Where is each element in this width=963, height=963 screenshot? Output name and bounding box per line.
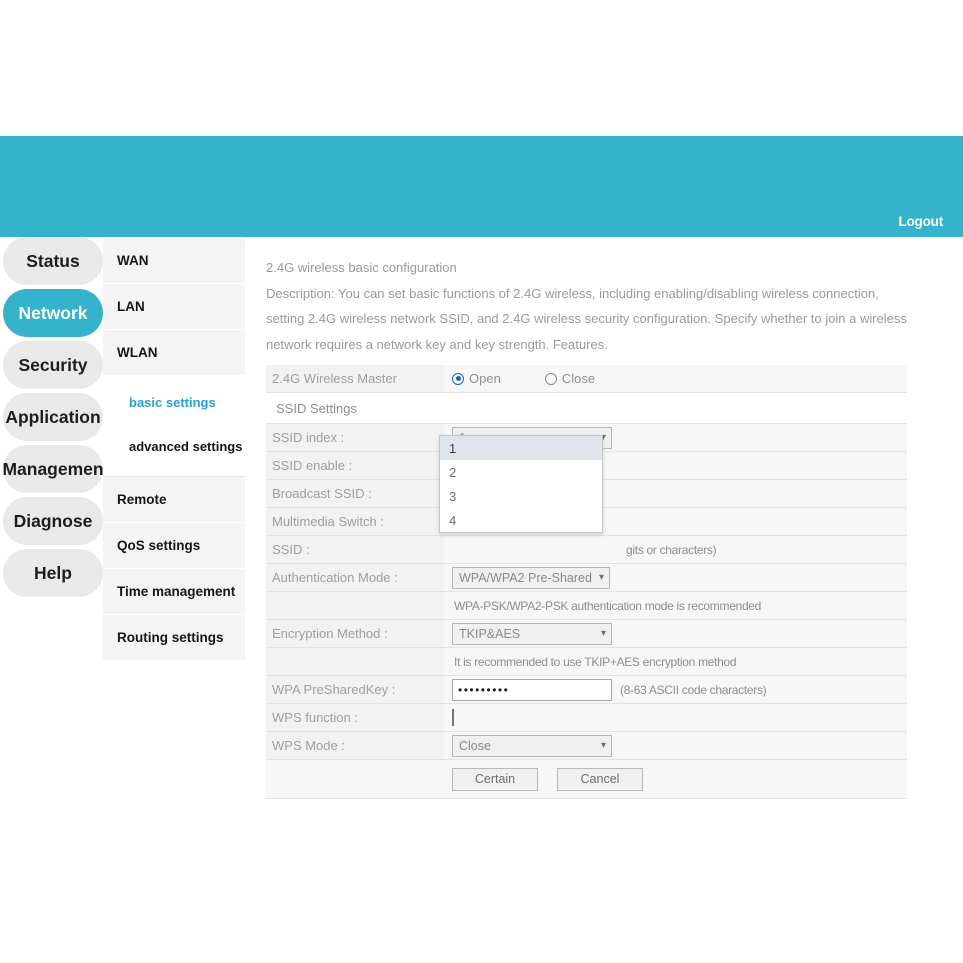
radio-option-close[interactable]: Close bbox=[544, 371, 596, 386]
value-wps-mode: Close ▾ bbox=[444, 731, 907, 760]
table-row-wireless-master: 2.4G Wireless Master Open Close bbox=[266, 365, 907, 393]
table-row-encryption: Encryption Method : TKIP&AES ▾ bbox=[266, 619, 907, 648]
encryption-hint: It is recommended to use TKIP+AES encryp… bbox=[444, 647, 907, 676]
certain-button[interactable]: Certain bbox=[452, 767, 538, 791]
label-encryption: Encryption Method : bbox=[266, 619, 444, 648]
sidebar-item-remote[interactable]: Remote bbox=[103, 477, 245, 523]
label-ssid-enable: SSID enable : bbox=[266, 451, 444, 480]
table-row-psk: WPA PreSharedKey : ••••••••• (8-63 ASCII… bbox=[266, 675, 907, 704]
encryption-select[interactable]: TKIP&AES ▾ bbox=[452, 622, 612, 645]
chevron-down-icon: ▾ bbox=[600, 628, 606, 639]
chevron-down-icon: ▾ bbox=[600, 740, 606, 751]
table-row-actions: Certain Cancel bbox=[266, 759, 907, 799]
value-ssid: gits or characters) bbox=[444, 535, 907, 564]
ssid-index-dropdown-list[interactable]: 1 2 3 4 bbox=[439, 435, 603, 533]
main-content: 2.4G wireless basic configuration Descri… bbox=[266, 255, 907, 799]
auth-mode-selected-value: WPA/WPA2 Pre-Shared I bbox=[459, 570, 596, 585]
label-auth-mode: Authentication Mode : bbox=[266, 563, 444, 592]
nav-pill-diagnose[interactable]: Diagnose bbox=[3, 497, 103, 545]
encryption-selected-value: TKIP&AES bbox=[459, 626, 521, 641]
label-ssid-index: SSID index : bbox=[266, 423, 444, 452]
radio-open-label: Open bbox=[469, 371, 501, 386]
radio-close-icon[interactable] bbox=[544, 372, 557, 385]
ssid-hint: gits or characters) bbox=[626, 542, 717, 557]
nav-pill-application[interactable]: Application bbox=[3, 393, 103, 441]
label-ssid: SSID : bbox=[266, 535, 444, 564]
wlan-submenu: basic settings advanced settings bbox=[103, 376, 245, 477]
auth-mode-select[interactable]: WPA/WPA2 Pre-Shared I ▾ bbox=[452, 566, 610, 589]
value-encryption: TKIP&AES ▾ bbox=[444, 619, 907, 648]
form-buttons: Certain Cancel bbox=[452, 767, 907, 791]
page-description: Description: You can set basic functions… bbox=[266, 285, 907, 352]
table-row-auth-mode: Authentication Mode : WPA/WPA2 Pre-Share… bbox=[266, 563, 907, 592]
value-wireless-master: Open Close bbox=[444, 365, 907, 393]
table-row-auth-mode-hint: WPA-PSK/WPA2-PSK authentication mode is … bbox=[266, 591, 907, 620]
nav-pill-network[interactable]: Network bbox=[3, 289, 103, 337]
label-wireless-master: 2.4G Wireless Master bbox=[266, 365, 444, 393]
sidebar-item-wlan[interactable]: WLAN bbox=[103, 330, 245, 376]
radio-close-label: Close bbox=[561, 371, 596, 386]
radio-option-open[interactable]: Open bbox=[452, 371, 501, 386]
table-row-wps-mode: WPS Mode : Close ▾ bbox=[266, 731, 907, 760]
nav-pill-help[interactable]: Help bbox=[3, 549, 103, 597]
label-wps-function: WPS function : bbox=[266, 703, 444, 732]
nav-pill-management[interactable]: Managemen bbox=[2, 445, 104, 493]
spacer-actions bbox=[266, 759, 444, 799]
value-psk: ••••••••• (8-63 ASCII code characters) bbox=[444, 675, 907, 704]
primary-nav: Status Network Security Application Mana… bbox=[2, 237, 104, 601]
sidebar-item-qos[interactable]: QoS settings bbox=[103, 523, 245, 569]
ssid-index-option-1[interactable]: 1 bbox=[440, 436, 602, 460]
ssid-index-option-4[interactable]: 4 bbox=[440, 508, 602, 532]
table-row-encryption-hint: It is recommended to use TKIP+AES encryp… bbox=[266, 647, 907, 676]
ssid-index-option-3[interactable]: 3 bbox=[440, 484, 602, 508]
psk-hint: (8-63 ASCII code characters) bbox=[620, 682, 767, 697]
nav-pill-security[interactable]: Security bbox=[3, 341, 103, 389]
sidebar-item-routing[interactable]: Routing settings bbox=[103, 615, 245, 661]
actions-cell: Certain Cancel bbox=[444, 759, 907, 799]
logout-link[interactable]: Logout bbox=[898, 214, 943, 229]
value-wps-function bbox=[444, 703, 907, 732]
description-block: 2.4G wireless basic configuration Descri… bbox=[266, 255, 907, 365]
auth-mode-hint: WPA-PSK/WPA2-PSK authentication mode is … bbox=[444, 591, 907, 620]
wps-mode-select[interactable]: Close ▾ bbox=[452, 734, 612, 757]
section-heading-ssid-settings: SSID Settings bbox=[266, 392, 907, 424]
sidebar-item-basic-settings[interactable]: basic settings bbox=[103, 380, 245, 424]
nav-pill-status[interactable]: Status bbox=[3, 237, 103, 285]
label-wps-mode: WPS Mode : bbox=[266, 731, 444, 760]
psk-input[interactable]: ••••••••• bbox=[452, 678, 612, 701]
secondary-nav: WAN LAN WLAN basic settings advanced set… bbox=[103, 238, 245, 661]
sidebar-item-lan[interactable]: LAN bbox=[103, 284, 245, 330]
table-row-ssid-settings-heading: SSID Settings bbox=[266, 392, 907, 424]
radio-open-icon[interactable] bbox=[452, 372, 464, 385]
label-multimedia-switch: Multimedia Switch : bbox=[266, 507, 444, 536]
ssid-field-row: gits or characters) bbox=[452, 543, 907, 557]
label-psk: WPA PreSharedKey : bbox=[266, 675, 444, 704]
label-broadcast-ssid: Broadcast SSID : bbox=[266, 479, 444, 508]
wps-mode-selected-value: Close bbox=[459, 738, 491, 753]
spacer-encryption-hint bbox=[266, 647, 444, 676]
ssid-index-option-2[interactable]: 2 bbox=[440, 460, 602, 484]
table-row-ssid: SSID : gits or characters) bbox=[266, 535, 907, 564]
sidebar-item-advanced-settings[interactable]: advanced settings bbox=[103, 424, 245, 468]
wireless-settings-table: 2.4G Wireless Master Open Close SSID Set… bbox=[266, 365, 907, 799]
page-title: 2.4G wireless basic configuration bbox=[266, 260, 457, 275]
sidebar-item-wan[interactable]: WAN bbox=[103, 238, 245, 284]
chevron-down-icon: ▾ bbox=[598, 572, 604, 583]
header-bar: Logout bbox=[0, 136, 963, 237]
sidebar-item-time[interactable]: Time management bbox=[103, 569, 245, 615]
radio-group-wireless-master: Open Close bbox=[452, 371, 907, 386]
value-auth-mode: WPA/WPA2 Pre-Shared I ▾ bbox=[444, 563, 907, 592]
psk-field-row: ••••••••• (8-63 ASCII code characters) bbox=[452, 678, 907, 701]
wps-function-checkbox[interactable] bbox=[452, 709, 454, 726]
table-row-wps-function: WPS function : bbox=[266, 703, 907, 732]
spacer-auth-hint bbox=[266, 591, 444, 620]
cancel-button[interactable]: Cancel bbox=[557, 767, 643, 791]
